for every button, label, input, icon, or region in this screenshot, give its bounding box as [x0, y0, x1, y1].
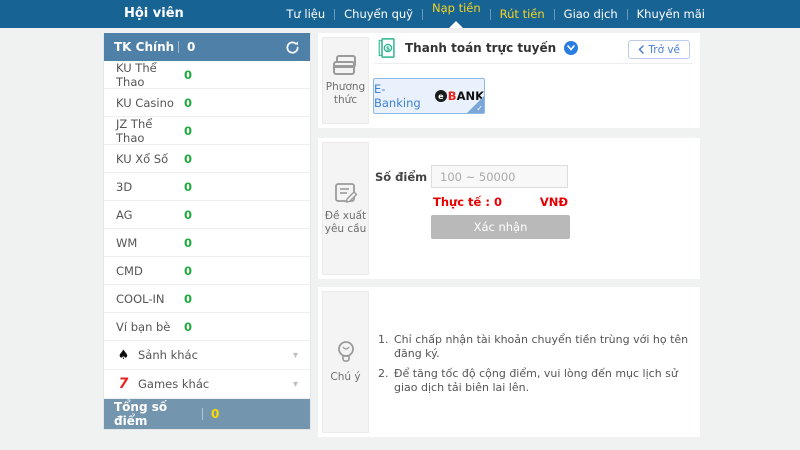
- seven-icon: 7: [116, 376, 131, 392]
- expander-sanh-khac[interactable]: ♠ Sảnh khác ▾: [104, 341, 310, 370]
- balance-row-vi-ban-be[interactable]: Ví bạn bè0: [104, 313, 310, 341]
- actual-amount: Thực tế : 0: [433, 195, 502, 209]
- amount-input[interactable]: [431, 165, 568, 188]
- payment-header: $ Thanh toán trực tuyến: [378, 33, 578, 63]
- top-navigation-bar: Hội viên Tư liệu Chuyển quỹ Nạp tiền Rút…: [0, 0, 800, 28]
- divider: [178, 41, 179, 53]
- actual-amount-row: Thực tế : 0 VNĐ: [433, 195, 568, 209]
- balance-row-wm[interactable]: WM0: [104, 229, 310, 257]
- ebanking-label: E-Banking: [374, 82, 431, 110]
- total-points-value: 0: [211, 407, 219, 421]
- active-tab-pointer-icon: [449, 21, 463, 28]
- note-item: 1. Chỉ chấp nhận tài khoản chuyển tiền t…: [378, 333, 700, 361]
- expander-label: Sảnh khác: [138, 348, 198, 362]
- nav-item-tu-lieu[interactable]: Tư liệu: [277, 7, 334, 21]
- deposit-rail: Đề xuất yêu cầu: [322, 142, 369, 275]
- divider: [375, 63, 692, 64]
- balance-row-ag[interactable]: AG0: [104, 201, 310, 229]
- balance-row-ku-the-thao[interactable]: KU Thể Thao0: [104, 61, 310, 89]
- back-button[interactable]: Trở về: [628, 40, 690, 59]
- notes-rail: Chú ý: [322, 291, 369, 433]
- nav-item-rut-tien[interactable]: Rút tiền: [491, 7, 554, 21]
- balance-row-ku-xo-so[interactable]: KU Xổ Số0: [104, 145, 310, 173]
- online-payment-icon: $: [378, 37, 397, 59]
- balance-sidebar: TK Chính 0 KU Thể Thao0 KU Casino0 JZ Th…: [103, 33, 311, 430]
- rail-label: Chú ý: [330, 371, 360, 384]
- main-account-label: TK Chính: [114, 40, 178, 54]
- main-account-row: TK Chính 0: [104, 33, 310, 61]
- chevron-down-badge-icon[interactable]: [564, 41, 578, 55]
- divider: [202, 408, 203, 420]
- rail-label: Phương thức: [323, 81, 368, 107]
- nav-item-khuyen-mai[interactable]: Khuyến mãi: [628, 7, 714, 21]
- chevron-down-icon: ▾: [293, 350, 298, 361]
- ebanking-method-tile[interactable]: E-Banking eBANK ✓: [373, 78, 485, 114]
- top-nav: Tư liệu Chuyển quỹ Nạp tiền Rút tiền Gia…: [277, 0, 714, 28]
- balance-row-jz-the-thao[interactable]: JZ Thể Thao0: [104, 117, 310, 145]
- refresh-icon[interactable]: [285, 40, 300, 55]
- spade-icon: ♠: [116, 348, 131, 363]
- check-icon: ✓: [476, 104, 483, 113]
- chevron-left-icon: [638, 45, 644, 54]
- nav-item-nap-tien[interactable]: Nạp tiền: [423, 7, 490, 21]
- total-points-row: Tổng số điểm 0: [104, 399, 310, 429]
- currency-label: VNĐ: [540, 195, 568, 209]
- expander-games-khac[interactable]: 7 Games khác ▾: [104, 370, 310, 399]
- nav-item-giao-dich[interactable]: Giao dịch: [555, 7, 627, 21]
- nav-item-chuyen-quy[interactable]: Chuyển quỹ: [335, 7, 422, 21]
- confirm-button[interactable]: Xác nhận: [431, 215, 570, 239]
- notes-section: Chú ý 1. Chỉ chấp nhận tài khoản chuyển …: [318, 287, 700, 437]
- payment-method-rail: Phương thức: [322, 37, 369, 124]
- lightbulb-icon: [335, 340, 357, 366]
- notes-list: 1. Chỉ chấp nhận tài khoản chuyển tiền t…: [378, 333, 700, 401]
- chevron-down-icon: ▾: [293, 379, 298, 390]
- balance-row-cool-in[interactable]: COOL-IN0: [104, 285, 310, 313]
- main-account-balance: 0: [187, 40, 195, 54]
- member-deposit-page: Hội viên Tư liệu Chuyển quỹ Nạp tiền Rút…: [0, 0, 800, 450]
- svg-text:$: $: [386, 44, 391, 52]
- balance-row-cmd[interactable]: CMD0: [104, 257, 310, 285]
- credit-card-icon: [333, 54, 359, 76]
- payment-method-section: Phương thức $ Thanh toán trực tuyến Trở …: [318, 33, 700, 128]
- balance-row-ku-casino[interactable]: KU Casino0: [104, 89, 310, 117]
- rail-label: Đề xuất yêu cầu: [323, 210, 368, 236]
- payment-title: Thanh toán trực tuyến: [405, 41, 556, 55]
- total-points-label: Tổng số điểm: [114, 400, 202, 428]
- expander-label: Games khác: [138, 377, 209, 391]
- balance-row-3d[interactable]: 3D0: [104, 173, 310, 201]
- note-item: 2. Để tăng tốc độ cộng điểm, vui lòng đế…: [378, 367, 700, 395]
- page-title: Hội viên: [124, 0, 184, 28]
- form-pencil-icon: [333, 181, 359, 205]
- deposit-form-section: Đề xuất yêu cầu Số điểm nạp : Thực tế : …: [318, 138, 700, 279]
